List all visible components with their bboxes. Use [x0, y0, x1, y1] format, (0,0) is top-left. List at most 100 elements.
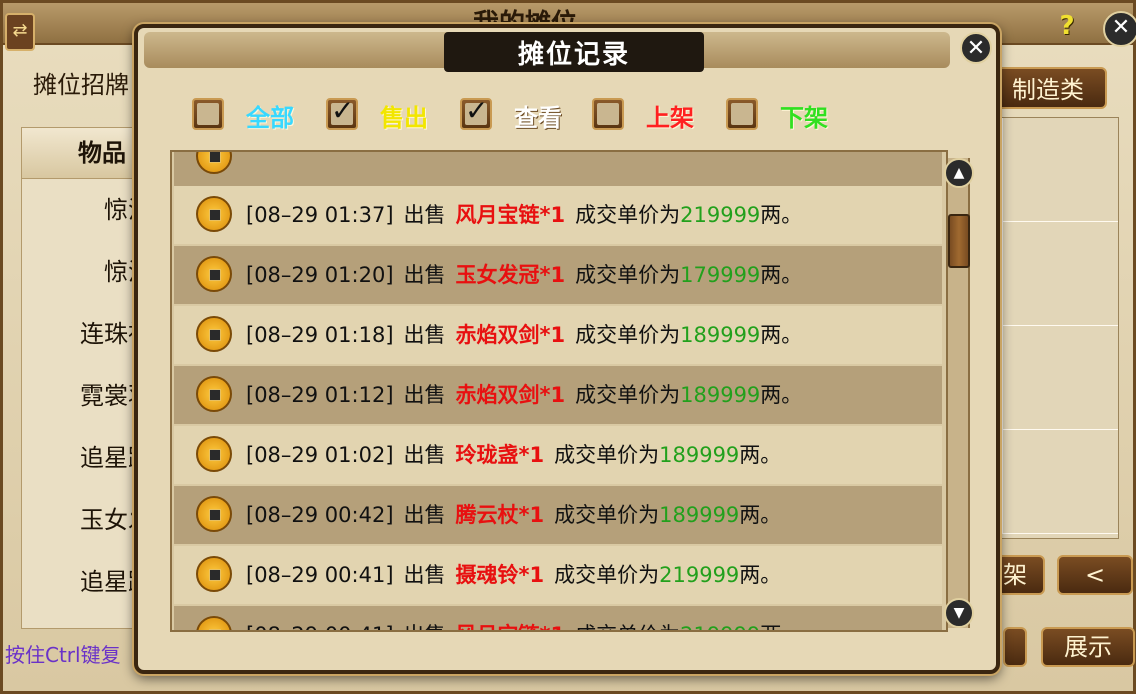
record-price: 189999 [680, 383, 761, 407]
record-unit: 两。 [760, 203, 803, 227]
stall-record-dialog: 摊位记录 ✕ 全部 ✓ 售出 ✓ 查看 上架 下架 [08–29 01:37] … [134, 24, 1000, 674]
scrollbar-thumb[interactable] [948, 214, 970, 268]
record-text: [08–29 01:12] 出售 赤焰双剑*1 成交单价为189999两。 [246, 379, 802, 409]
coin-icon [196, 196, 232, 232]
record-list[interactable]: [08–29 01:37] 出售 风月宝链*1 成交单价为219999两。 [08–2… [170, 150, 948, 632]
check-mark-icon: ✓ [331, 94, 355, 127]
grid-slot[interactable] [1002, 222, 1118, 326]
record-row: [08–29 00:41] 出售 风月宝链*1 成交单价为219999两。 [174, 606, 942, 630]
hidden-button[interactable] [1003, 627, 1027, 667]
record-text: [08–29 01:37] 出售 风月宝链*1 成交单价为219999两。 [246, 199, 802, 229]
record-price-label: 成交单价为 [575, 323, 681, 347]
record-time: [08–29 00:41] [246, 563, 394, 587]
coin-icon [196, 496, 232, 532]
stall-close-icon[interactable]: ✕ [1103, 11, 1136, 47]
item-list-row[interactable]: 惊涛 [22, 179, 152, 241]
record-item[interactable]: 玉女发冠*1 [456, 263, 566, 287]
item-list-row[interactable]: 连珠神 [22, 303, 152, 365]
coin-icon [196, 256, 232, 292]
grid-slot[interactable] [1002, 326, 1118, 430]
filter-label: 售出 [380, 104, 428, 132]
record-price-label: 成交单价为 [575, 623, 680, 630]
dialog-close-icon[interactable]: ✕ [960, 32, 992, 64]
prev-button[interactable]: < [1057, 555, 1133, 595]
scroll-up-icon[interactable]: ▲ [944, 158, 974, 188]
filter-label: 查看 [514, 104, 562, 132]
filter-label: 全部 [246, 104, 294, 132]
record-row: [08–29 01:20] 出售 玉女发冠*1 成交单价为179999两。 [174, 246, 942, 304]
ctrl-hint: 按住Ctrl键复 [5, 643, 121, 667]
record-time: [08–29 01:18] [246, 323, 394, 347]
display-button[interactable]: 展示 [1041, 627, 1135, 667]
swap-icon[interactable]: ⇄ [5, 13, 35, 51]
checkbox[interactable] [592, 98, 624, 130]
item-list-row[interactable]: 惊涛 [22, 241, 152, 303]
stall-sign-label: 摊位招牌 [33, 71, 129, 99]
record-price-label: 成交单价为 [575, 383, 681, 407]
record-price: 179999 [680, 263, 761, 287]
record-row: [08–29 01:37] 出售 风月宝链*1 成交单价为219999两。 [174, 186, 942, 244]
category-button[interactable]: 制造类 [989, 67, 1107, 109]
filter-label: 下架 [780, 104, 828, 132]
record-text: [08–29 00:42] 出售 腾云杖*1 成交单价为189999两。 [246, 499, 781, 529]
coin-icon [196, 316, 232, 352]
record-unit: 两。 [739, 443, 782, 467]
record-time: [08–29 01:37] [246, 203, 394, 227]
record-price-label: 成交单价为 [554, 503, 660, 527]
record-price: 189999 [659, 443, 740, 467]
checkbox[interactable]: ✓ [326, 94, 358, 130]
record-unit: 两。 [760, 383, 803, 407]
record-item[interactable]: 腾云杖*1 [456, 503, 545, 527]
record-row: [08–29 00:41] 出售 摄魂铃*1 成交单价为219999两。 [174, 546, 942, 604]
coin-icon [196, 436, 232, 472]
checkbox[interactable] [192, 98, 224, 130]
record-row-partial [174, 152, 942, 186]
record-item[interactable]: 风月宝链*1 [456, 203, 566, 227]
record-unit: 两。 [739, 503, 782, 527]
record-row: [08–29 01:02] 出售 玲珑盏*1 成交单价为189999两。 [174, 426, 942, 484]
record-item[interactable]: 赤焰双剑*1 [456, 323, 566, 347]
record-price-label: 成交单价为 [554, 563, 660, 587]
record-price: 219999 [659, 563, 740, 587]
grid-slot[interactable] [1002, 118, 1118, 222]
checkbox[interactable]: ✓ [460, 94, 492, 130]
dialog-titlebar: 摊位记录 [144, 32, 950, 72]
item-list-row[interactable]: 追星踏 [22, 427, 152, 489]
record-price: 219999 [680, 623, 760, 630]
record-price: 219999 [680, 203, 761, 227]
item-list-row[interactable]: 追星踏 [22, 551, 152, 613]
coin-icon [196, 556, 232, 592]
record-action: 出售 [403, 263, 446, 287]
item-list-row[interactable]: 霓裳羽 [22, 365, 152, 427]
record-item[interactable]: 赤焰双剑*1 [456, 383, 566, 407]
checkbox[interactable] [726, 98, 758, 130]
item-list-header[interactable]: 物品 [22, 128, 152, 179]
record-price-label: 成交单价为 [554, 443, 660, 467]
record-row: [08–29 01:18] 出售 赤焰双剑*1 成交单价为189999两。 [174, 306, 942, 364]
record-unit: 两。 [739, 563, 782, 587]
record-action: 出售 [403, 503, 446, 527]
record-item[interactable]: 风月宝链*1 [456, 623, 566, 630]
record-unit: 两。 [760, 623, 802, 630]
item-list-row[interactable]: 玉女发 [22, 489, 152, 551]
record-time: [08–29 00:41] [246, 623, 394, 630]
grid-slot[interactable] [1002, 430, 1118, 534]
filter-label: 上架 [646, 104, 694, 132]
record-price: 189999 [680, 323, 761, 347]
help-icon[interactable]: ? [1053, 11, 1081, 41]
record-time: [08–29 00:42] [246, 503, 394, 527]
record-action: 出售 [403, 383, 446, 407]
record-item[interactable]: 摄魂铃*1 [456, 563, 545, 587]
record-text: [08–29 00:41] 出售 摄魂铃*1 成交单价为219999两。 [246, 559, 781, 589]
record-action: 出售 [403, 323, 446, 347]
item-grid [1001, 117, 1119, 539]
record-text: [08–29 00:41] 出售 风月宝链*1 成交单价为219999两。 [246, 619, 802, 630]
record-text: [08–29 01:18] 出售 赤焰双剑*1 成交单价为189999两。 [246, 319, 802, 349]
record-action: 出售 [403, 203, 446, 227]
record-text: [08–29 01:20] 出售 玉女发冠*1 成交单价为179999两。 [246, 259, 802, 289]
record-row: [08–29 00:42] 出售 腾云杖*1 成交单价为189999两。 [174, 486, 942, 544]
record-item[interactable]: 玲珑盏*1 [456, 443, 545, 467]
check-mark-icon: ✓ [465, 94, 489, 127]
record-action: 出售 [403, 443, 446, 467]
scroll-down-icon[interactable]: ▼ [944, 598, 974, 628]
